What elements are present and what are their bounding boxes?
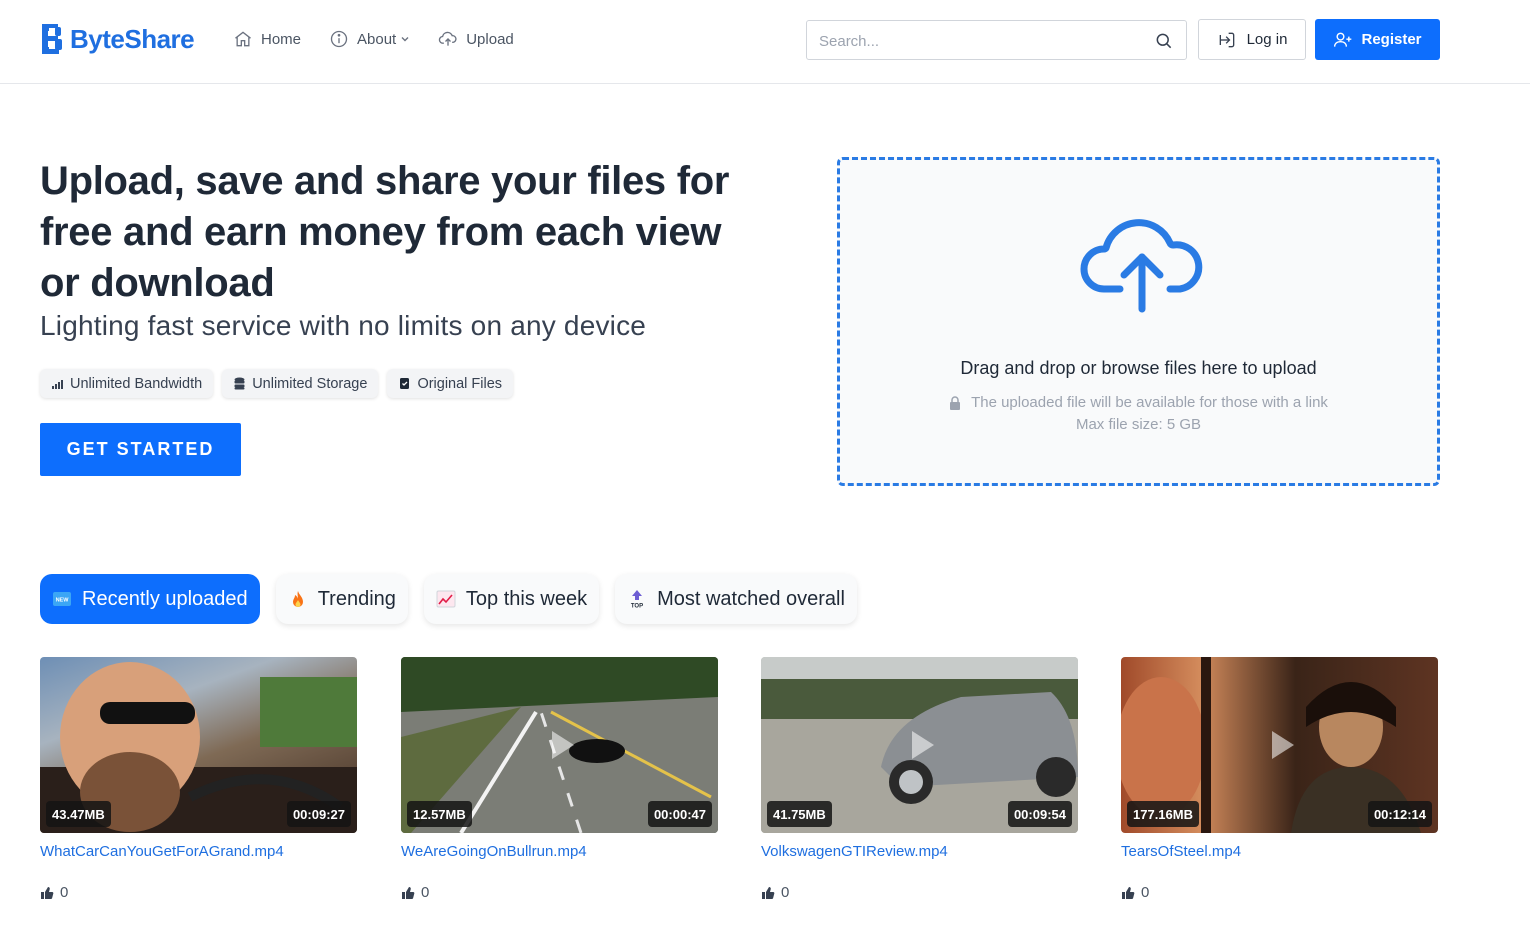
add-user-icon xyxy=(1334,32,1352,47)
file-size-badge: 177.16MB xyxy=(1127,801,1199,827)
video-title-link[interactable]: VolkswagenGTIReview.mp4 xyxy=(761,843,1078,860)
duration-badge: 00:09:54 xyxy=(1007,801,1072,827)
likes-count: 0 xyxy=(40,884,357,901)
brand-logo[interactable]: ByteShare xyxy=(40,22,195,56)
checked-file-icon xyxy=(400,378,410,389)
video-card: 12.57MB 00:00:47 WeAreGoingOnBullrun.mp4… xyxy=(401,657,718,901)
svg-text:TOP: TOP xyxy=(631,604,643,610)
tab-label: Trending xyxy=(317,587,396,610)
thumbs-up-icon[interactable] xyxy=(40,886,54,900)
feature-label: Unlimited Bandwidth xyxy=(70,375,203,392)
upload-dropzone[interactable]: Drag and drop or browse files here to up… xyxy=(837,157,1440,486)
chevron-down-icon xyxy=(401,37,409,42)
dropzone-note-text: The uploaded file will be available for … xyxy=(971,394,1328,411)
new-icon: NEW xyxy=(53,592,71,606)
home-icon xyxy=(235,31,251,47)
brand-name: ByteShare xyxy=(70,23,195,54)
video-card: 43.47MB 00:09:27 WhatCarCanYouGetForAGra… xyxy=(40,657,357,901)
duration-badge: 00:00:47 xyxy=(647,801,712,827)
tab-recently-uploaded[interactable]: NEW Recently uploaded xyxy=(40,574,260,624)
lock-icon xyxy=(950,395,961,410)
search-input[interactable] xyxy=(819,30,1139,52)
nav-home[interactable]: Home xyxy=(233,29,301,49)
tab-label: Recently uploaded xyxy=(82,587,248,610)
dropzone-text: Drag and drop or browse files here to up… xyxy=(960,358,1317,378)
play-icon[interactable] xyxy=(900,725,940,765)
feature-label: Unlimited Storage xyxy=(252,375,368,392)
video-title-link[interactable]: WhatCarCanYouGetForAGrand.mp4 xyxy=(40,843,357,860)
cloud-upload-icon xyxy=(439,31,457,46)
hero-subtitle: Lighting fast service with no limits on … xyxy=(40,310,647,341)
duration-badge: 00:12:14 xyxy=(1367,801,1432,827)
likes-count: 0 xyxy=(1121,884,1438,901)
likes-value: 0 xyxy=(781,884,790,901)
nav-about-label: About xyxy=(357,30,397,48)
likes-count: 0 xyxy=(761,884,1078,901)
nav-upload-label: Upload xyxy=(466,30,514,48)
file-size-badge: 12.57MB xyxy=(407,801,472,827)
search-box xyxy=(806,20,1187,60)
nav-upload[interactable]: Upload xyxy=(438,29,514,49)
svg-text:NEW: NEW xyxy=(56,598,70,604)
thumbs-up-icon[interactable] xyxy=(761,886,775,900)
register-button[interactable]: Register xyxy=(1315,19,1440,60)
play-icon[interactable] xyxy=(1260,725,1300,765)
video-card: 177.16MB 00:12:14 TearsOfSteel.mp4 0 xyxy=(1121,657,1438,901)
feature-badges: Unlimited Bandwidth Unlimited Storage Or… xyxy=(40,369,514,398)
database-icon xyxy=(234,377,245,390)
duration-badge: 00:09:27 xyxy=(286,801,351,827)
nav-home-label: Home xyxy=(261,30,302,48)
info-icon xyxy=(330,30,348,48)
tab-label: Top this week xyxy=(465,587,588,610)
video-thumbnail[interactable]: 43.47MB 00:09:27 xyxy=(40,657,357,833)
video-thumbnail[interactable]: 177.16MB 00:12:14 xyxy=(1121,657,1438,833)
fire-icon xyxy=(292,591,303,607)
feature-badge: Unlimited Bandwidth xyxy=(40,369,214,398)
signal-bars-icon xyxy=(52,380,63,389)
likes-value: 0 xyxy=(60,884,69,901)
chart-up-icon xyxy=(436,590,456,608)
hero-title: Upload, save and share your files for fr… xyxy=(40,159,730,305)
main-nav: Home About Upload xyxy=(233,29,514,49)
likes-value: 0 xyxy=(421,884,430,901)
video-thumbnail[interactable]: 41.75MB 00:09:54 xyxy=(761,657,1078,833)
dropzone-max-size: Max file size: 5 GB xyxy=(1075,416,1202,433)
login-button[interactable]: Log in xyxy=(1198,19,1306,60)
dropzone-note: The uploaded file will be available for … xyxy=(840,394,1437,411)
tab-label: Most watched overall xyxy=(657,587,845,610)
feature-badge: Unlimited Storage xyxy=(222,369,379,398)
file-size-badge: 43.47MB xyxy=(46,801,111,827)
video-card: 41.75MB 00:09:54 VolkswagenGTIReview.mp4… xyxy=(761,657,1078,901)
video-thumbnail[interactable]: 12.57MB 00:00:47 xyxy=(401,657,718,833)
tab-most-watched-overall[interactable]: TOP Most watched overall xyxy=(615,574,857,624)
thumbs-up-icon[interactable] xyxy=(1121,886,1135,900)
tab-top-this-week[interactable]: Top this week xyxy=(423,574,600,624)
feature-label: Original Files xyxy=(417,375,503,392)
video-title-link[interactable]: TearsOfSteel.mp4 xyxy=(1121,843,1438,860)
top-icon: TOP xyxy=(631,590,643,610)
thumbs-up-icon[interactable] xyxy=(401,886,415,900)
video-title-link[interactable]: WeAreGoingOnBullrun.mp4 xyxy=(401,843,718,860)
nav-about[interactable]: About xyxy=(329,29,410,49)
site-header: ByteShare Home About Upload Log in Regis… xyxy=(0,0,1530,84)
login-icon xyxy=(1219,32,1234,47)
file-size-badge: 41.75MB xyxy=(767,801,832,827)
tab-trending[interactable]: Trending xyxy=(275,574,408,624)
video-tabs: NEW Recently uploaded Trending Top this … xyxy=(40,574,857,624)
search-icon[interactable] xyxy=(1154,31,1174,51)
feature-badge: Original Files xyxy=(387,369,514,398)
likes-value: 0 xyxy=(1141,884,1150,901)
likes-count: 0 xyxy=(401,884,718,901)
logo-mark-icon xyxy=(42,24,62,54)
register-label: Register xyxy=(1361,31,1422,48)
play-icon[interactable] xyxy=(540,725,580,765)
login-label: Log in xyxy=(1246,31,1288,48)
cloud-upload-icon xyxy=(1080,219,1203,313)
get-started-button[interactable]: GET STARTED xyxy=(40,423,241,476)
